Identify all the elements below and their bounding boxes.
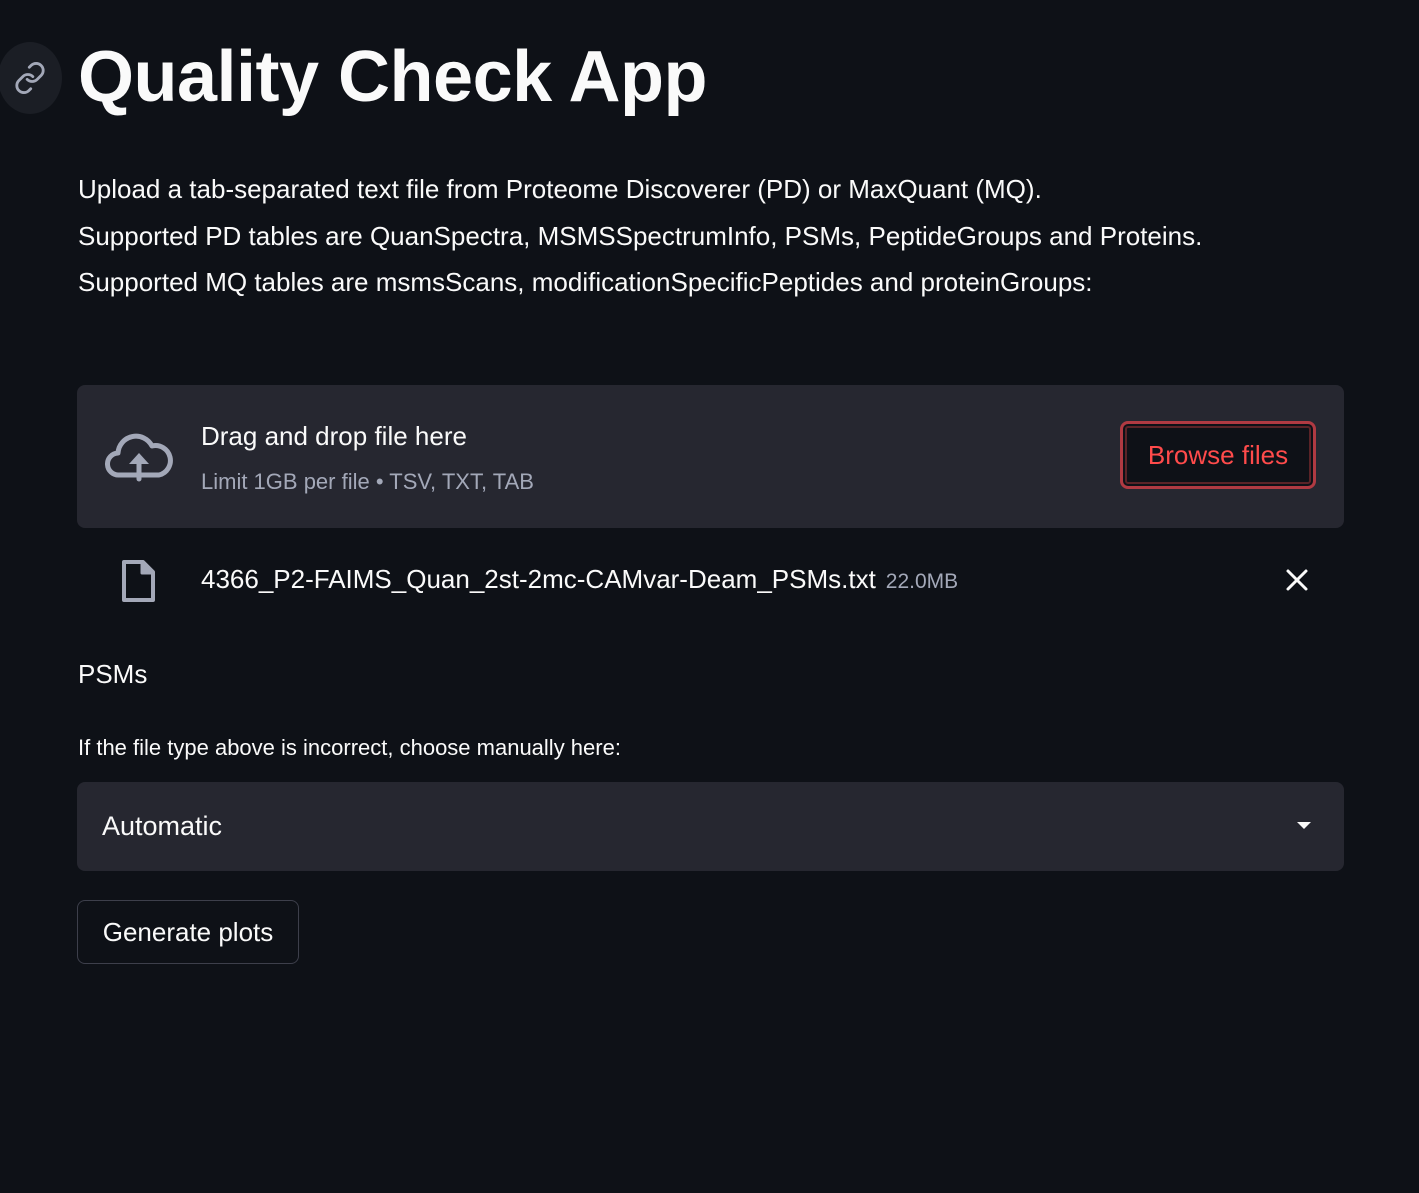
description: Upload a tab-separated text file from Pr… bbox=[78, 166, 1344, 306]
remove-file-button[interactable] bbox=[1277, 560, 1317, 600]
file-icon bbox=[122, 560, 155, 602]
close-icon bbox=[1286, 569, 1308, 591]
detected-file-type: PSMs bbox=[78, 659, 148, 689]
browse-files-button[interactable]: Browse files bbox=[1120, 421, 1316, 489]
file-type-select-label: If the file type above is incorrect, cho… bbox=[78, 735, 621, 760]
description-line: Supported MQ tables are msmsScans, modif… bbox=[78, 267, 1093, 297]
page-title: Quality Check App bbox=[78, 37, 707, 117]
description-line: Upload a tab-separated text file from Pr… bbox=[78, 174, 1042, 204]
uploaded-file-size: 22.0MB bbox=[885, 570, 959, 593]
cloud-upload-icon bbox=[105, 433, 173, 482]
description-line: Supported PD tables are QuanSpectra, MSM… bbox=[78, 220, 1203, 251]
dropzone-title: Drag and drop file here bbox=[201, 421, 467, 451]
uploaded-file-row: 4366_P2-FAIMS_Quan_2st-2mc-CAMvar-Deam_P… bbox=[77, 548, 1344, 614]
file-dropzone[interactable]: Drag and drop file here Limit 1GB per fi… bbox=[77, 385, 1344, 528]
chevron-down-icon bbox=[1297, 822, 1311, 829]
dropzone-limit: Limit 1GB per file • TSV, TXT, TAB bbox=[201, 469, 534, 494]
file-type-select[interactable]: Automatic bbox=[77, 782, 1344, 871]
file-name-container: 4366_P2-FAIMS_Quan_2st-2mc-CAMvar-Deam_P… bbox=[201, 564, 958, 595]
anchor-link-button[interactable] bbox=[0, 42, 62, 114]
page: Quality Check App Upload a tab-separated… bbox=[0, 0, 1419, 1193]
link-icon bbox=[15, 62, 45, 94]
file-type-select-value: Automatic bbox=[102, 811, 223, 841]
uploaded-file-name: 4366_P2-FAIMS_Quan_2st-2mc-CAMvar-Deam_P… bbox=[201, 564, 876, 594]
generate-plots-button[interactable]: Generate plots bbox=[77, 900, 299, 964]
